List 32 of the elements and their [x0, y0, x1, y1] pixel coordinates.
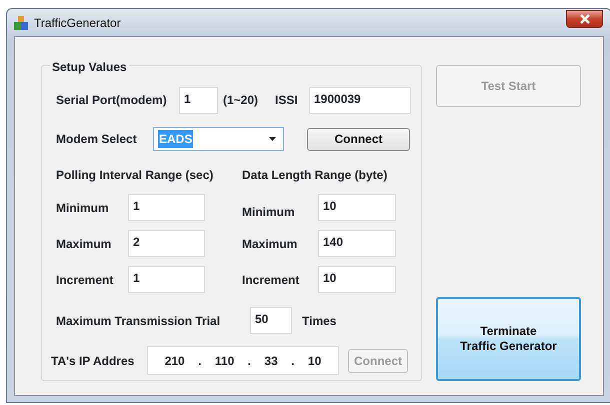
input-field[interactable]: 50	[250, 307, 292, 334]
input-field[interactable]: 1	[179, 86, 218, 114]
field-label: Serial Port(modem)	[56, 92, 168, 109]
input-field[interactable]: 10	[318, 194, 396, 221]
field-label: Modem Select	[56, 131, 138, 148]
field-label: Maximum Transmission Trial	[56, 312, 222, 330]
field-label: Increment	[242, 272, 300, 288]
field-label: Minimum	[242, 204, 296, 220]
window-title: TrafficGenerator	[34, 14, 121, 32]
ip-address-field[interactable]: 210 . 110 . 33 . 10	[147, 346, 339, 375]
input-field[interactable]: 1	[128, 266, 205, 293]
input-field[interactable]: 10	[318, 266, 396, 293]
close-icon	[578, 14, 590, 24]
input-field[interactable]: 2	[128, 230, 205, 257]
field-label: Minimum	[56, 200, 110, 216]
section-heading: Data Length Range (byte)	[242, 167, 388, 184]
unit-label: Times	[302, 312, 336, 330]
input-field[interactable]: 140	[318, 230, 396, 257]
range-hint: (1~20)	[223, 92, 260, 109]
field-label: Increment	[56, 272, 114, 288]
field-label: Maximum	[56, 236, 112, 252]
connect-button[interactable]: Connect	[307, 128, 410, 150]
field-label: TA's IP Addres	[51, 352, 136, 370]
field-label: Maximum	[242, 236, 298, 252]
section-heading: Polling Interval Range (sec)	[56, 167, 214, 184]
input-field[interactable]: 1900039	[309, 86, 411, 114]
close-button[interactable]	[566, 10, 603, 28]
field-label: ISSI	[275, 92, 299, 109]
terminate-button[interactable]: Terminate Traffic Generator	[436, 297, 581, 381]
input-field[interactable]: 1	[128, 194, 205, 221]
caret-icon	[269, 137, 276, 141]
app-icon	[13, 14, 29, 30]
